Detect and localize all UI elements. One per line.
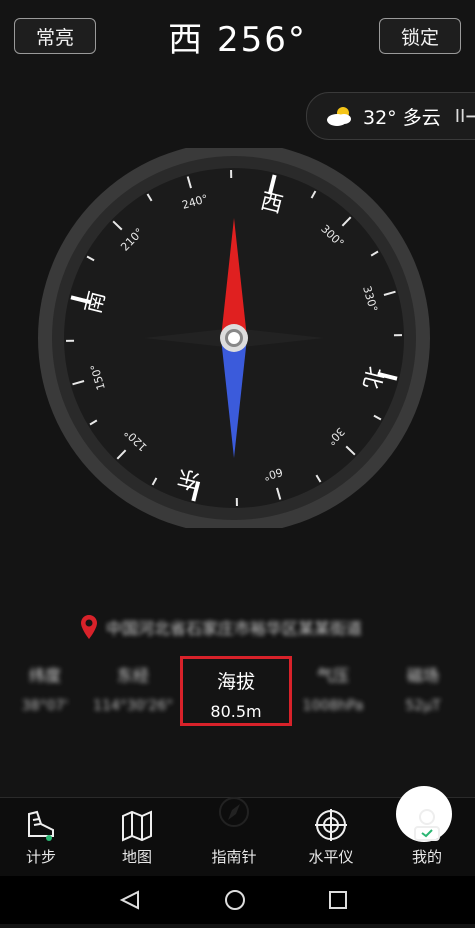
partly-cloudy-icon: [325, 104, 355, 128]
compass-icon: [218, 796, 250, 830]
nav-label: 水平仪: [286, 846, 376, 867]
nav-item-step[interactable]: 计步: [0, 798, 86, 876]
home-icon[interactable]: [226, 891, 244, 909]
stat-longitude: 东经 114°30'26": [88, 662, 178, 714]
weather-text: 32° 多云: [363, 103, 441, 130]
level-icon: [315, 808, 347, 842]
stat-latitude: 纬度 38°07': [0, 662, 90, 714]
collapse-icon[interactable]: II➞: [455, 106, 475, 127]
nav-item-compass[interactable]: 指南针: [189, 798, 279, 876]
stat-value: 38°07': [0, 698, 90, 714]
map-icon: [121, 808, 153, 842]
weather-widget[interactable]: 32° 多云 II➞: [306, 92, 475, 140]
nav-item-map[interactable]: 地图: [92, 798, 182, 876]
lock-button[interactable]: 锁定: [379, 18, 461, 54]
bottom-nav: 计步 地图 指南针 水平仪 我的: [0, 797, 475, 876]
nav-label: 地图: [92, 846, 182, 867]
altitude-label: 海拔: [183, 667, 289, 694]
location-bar: 中国河北省石家庄市裕华区某某街道: [80, 612, 410, 642]
compass-dial: 北 东 南 西 30°60°120°150°210°240°300°330°: [26, 148, 446, 528]
map-pin-icon: [80, 614, 98, 640]
nav-label: 计步: [0, 846, 86, 867]
altitude-readout: 海拔 80.5m: [180, 656, 292, 726]
location-text: 中国河北省石家庄市裕华区某某街道: [106, 615, 362, 639]
recents-icon[interactable]: [330, 892, 346, 908]
stat-label: 气压: [288, 662, 378, 686]
nav-label: 我的: [382, 846, 472, 867]
stat-label: 磁场: [378, 662, 468, 686]
user-icon: [411, 808, 443, 842]
nav-label: 指南针: [189, 846, 279, 867]
nav-item-mine[interactable]: 我的: [382, 798, 472, 876]
stat-value: 52μT: [378, 698, 468, 714]
back-icon[interactable]: [122, 892, 138, 908]
stat-label: 东经: [88, 662, 178, 686]
stat-pressure: 气压 1008hPa: [288, 662, 378, 714]
system-nav-bar: [0, 876, 475, 924]
stat-magnetic: 磁场 52μT: [378, 662, 468, 714]
nav-item-level[interactable]: 水平仪: [286, 798, 376, 876]
stat-value: 1008hPa: [288, 698, 378, 714]
stat-value: 114°30'26": [88, 698, 178, 714]
shoe-icon: [25, 808, 57, 842]
stat-label: 纬度: [0, 662, 90, 686]
altitude-value: 80.5m: [183, 702, 289, 721]
